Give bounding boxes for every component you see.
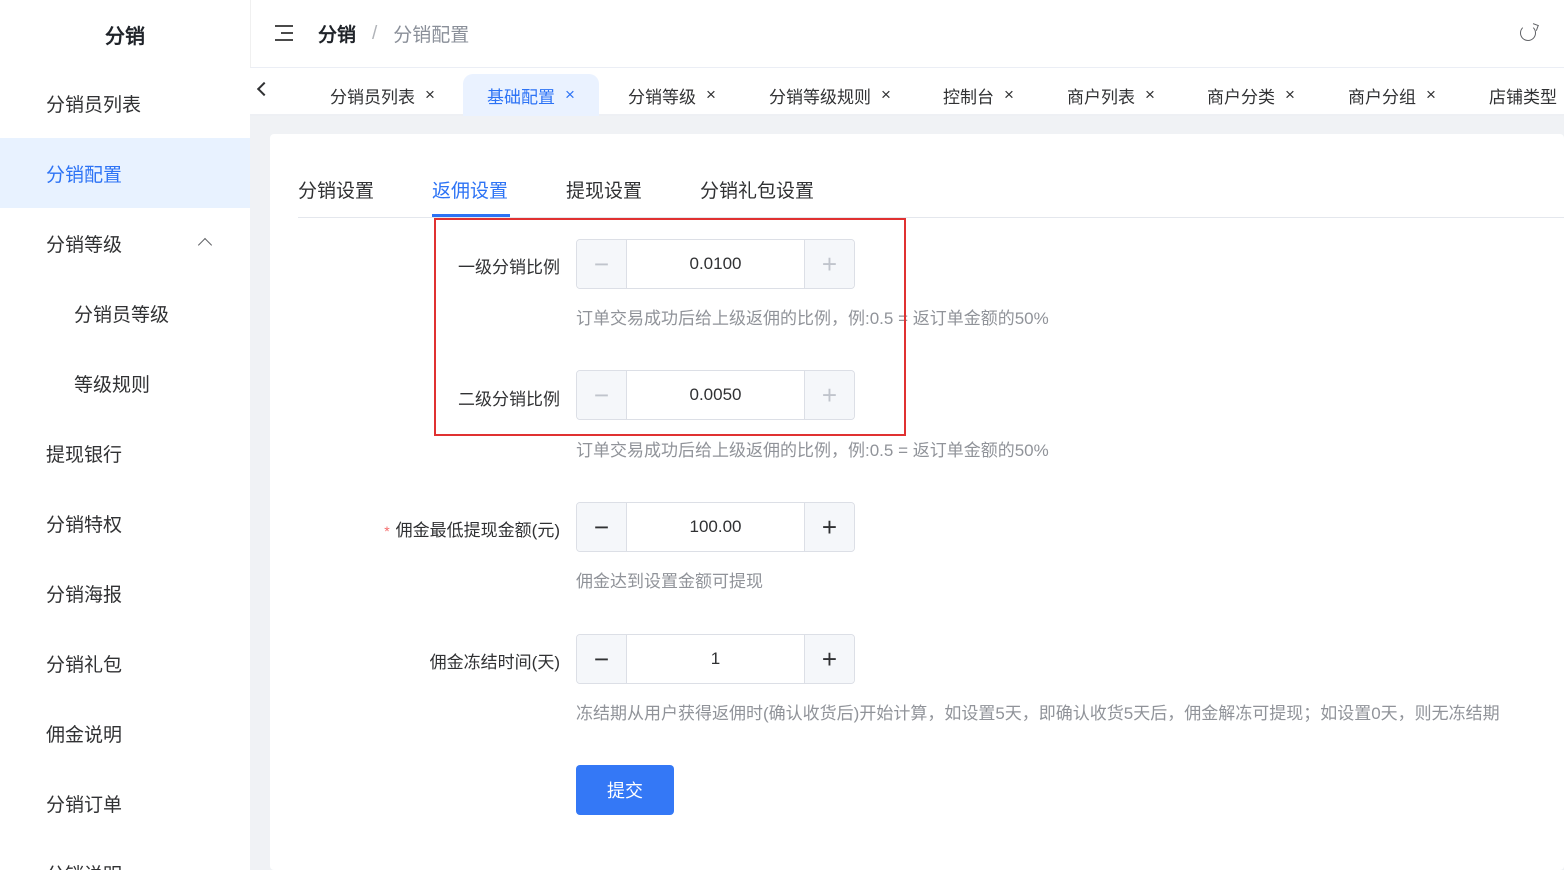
chevron-left-icon[interactable] [256, 81, 272, 97]
sidebar-item-gift-pack[interactable]: 分销礼包 [0, 628, 250, 698]
chevron-up-icon [197, 237, 213, 253]
top-bar: 分销 / 分销配置 [250, 0, 1564, 68]
increment-button[interactable]: + [804, 503, 854, 551]
sidebar-item-label: 分销说明 [46, 860, 122, 870]
sidebar-item-label: 分销员列表 [46, 94, 142, 116]
config-card [270, 134, 1564, 870]
tab-label: 分销等级 [628, 87, 696, 107]
level1-ratio-label: 一级分销比例 [458, 258, 560, 277]
decrement-button[interactable]: − [577, 503, 627, 551]
menu-fold-icon[interactable] [275, 24, 295, 42]
close-icon[interactable]: × [1285, 85, 1295, 105]
tab-basic-config[interactable]: 基础配置 × [463, 74, 599, 116]
tab-distributor-list[interactable]: 分销员列表 × [330, 74, 435, 116]
min-withdraw-hint: 佣金达到设置金额可提现 [576, 572, 763, 591]
close-icon[interactable]: × [425, 85, 435, 105]
active-tab-indicator [432, 214, 510, 217]
sidebar-item-withdraw-bank[interactable]: 提现银行 [0, 418, 250, 488]
required-mark: * [384, 523, 390, 539]
close-icon[interactable]: × [1426, 85, 1436, 105]
freeze-days-hint: 冻结期从用户获得返佣时(确认收货后)开始计算，如设置5天，即确认收货5天后，佣金… [576, 704, 1500, 723]
form-tab-commission-settings[interactable]: 返佣设置 [432, 176, 508, 218]
tab-label: 分销员列表 [330, 87, 415, 107]
refresh-icon[interactable] [1520, 25, 1536, 41]
sidebar-title: 分销 [105, 25, 145, 48]
breadcrumb-separator: / [372, 22, 378, 44]
form-tab-withdraw-settings[interactable]: 提现设置 [566, 176, 642, 218]
sidebar-item-privilege[interactable]: 分销特权 [0, 488, 250, 558]
sidebar-item-label: 提现银行 [46, 444, 123, 466]
close-icon[interactable]: × [881, 85, 891, 105]
level2-ratio-input[interactable]: 0.0050 [627, 371, 804, 419]
freeze-days-label: 佣金冻结时间(天) [429, 653, 560, 672]
level2-ratio-stepper: − 0.0050 + [576, 370, 855, 420]
close-icon[interactable]: × [565, 85, 575, 105]
sidebar-item-distribution-desc[interactable]: 分销说明 [0, 838, 250, 870]
sidebar-item-label: 分销员等级 [74, 304, 170, 326]
sidebar-item-label: 分销订单 [46, 794, 123, 816]
tab-label: 控制台 [943, 87, 994, 107]
level2-ratio-hint: 订单交易成功后给上级返佣的比例，例:0.5 = 返订单金额的50% [576, 441, 1049, 460]
sidebar-item-distribution-orders[interactable]: 分销订单 [0, 768, 250, 838]
sidebar-item-distributor-list[interactable]: 分销员列表 [0, 68, 250, 138]
increment-button[interactable]: + [804, 371, 854, 419]
increment-button[interactable]: + [804, 240, 854, 288]
tabs-bar: 分销员列表 × 基础配置 × 分销等级 × 分销等级规则 × 控制台 × 商户列表 × 商户… [250, 68, 1564, 116]
tab-merchant-list[interactable]: 商户列表 × [1067, 74, 1155, 116]
level1-ratio-hint: 订单交易成功后给上级返佣的比例，例:0.5 = 返订单金额的50% [576, 309, 1049, 328]
breadcrumb-current[interactable]: 分销 [318, 20, 356, 47]
form-tab-gift-pack-settings[interactable]: 分销礼包设置 [700, 176, 814, 218]
sidebar-item-distributor-level[interactable]: 分销员等级 [0, 278, 250, 348]
tab-label: 店铺类型 [1489, 87, 1557, 107]
min-withdraw-label-text: 佣金最低提现金额(元) [395, 521, 560, 540]
app-root: 分销 分销员列表 分销配置 分销等级 分销员等级 等级规则 提现银行 分销特权 … [0, 0, 1564, 870]
tab-label: 商户分组 [1348, 87, 1416, 107]
min-withdraw-stepper: − 100.00 + [576, 502, 855, 552]
decrement-button[interactable]: − [577, 371, 627, 419]
tab-level-rules[interactable]: 分销等级规则 × [769, 74, 891, 116]
decrement-button[interactable]: − [577, 240, 627, 288]
sidebar-item-distribution-level[interactable]: 分销等级 [0, 208, 250, 278]
sidebar-item-label: 分销配置 [46, 164, 123, 186]
tab-label: 基础配置 [487, 87, 555, 107]
tab-shop-type[interactable]: 店铺类型 [1489, 74, 1557, 116]
sidebar-item-distribution-config[interactable]: 分销配置 [0, 138, 250, 208]
sidebar-item-label: 佣金说明 [46, 724, 123, 746]
close-icon[interactable]: × [1004, 85, 1014, 105]
sidebar-item-label: 分销等级 [46, 234, 123, 256]
increment-button[interactable]: + [804, 635, 854, 683]
form-tab-distribution-settings[interactable]: 分销设置 [298, 176, 374, 218]
close-icon[interactable]: × [706, 85, 716, 105]
tab-label: 商户分类 [1207, 87, 1275, 107]
level1-ratio-input[interactable]: 0.0100 [627, 240, 804, 288]
sidebar-item-level-rules[interactable]: 等级规则 [0, 348, 250, 418]
sidebar-item-commission-desc[interactable]: 佣金说明 [0, 698, 250, 768]
submit-button[interactable]: 提交 [576, 765, 674, 815]
sidebar: 分销 分销员列表 分销配置 分销等级 分销员等级 等级规则 提现银行 分销特权 … [0, 0, 250, 870]
sidebar-item-poster[interactable]: 分销海报 [0, 558, 250, 628]
min-withdraw-label: * 佣金最低提现金额(元) [384, 516, 560, 541]
min-withdraw-input[interactable]: 100.00 [627, 503, 804, 551]
form-tabs: 分销设置 返佣设置 提现设置 分销礼包设置 [298, 176, 1564, 218]
tab-merchant-category[interactable]: 商户分类 × [1207, 74, 1295, 116]
freeze-days-stepper: − 1 + [576, 634, 855, 684]
sidebar-item-label: 等级规则 [74, 374, 151, 396]
level2-ratio-label: 二级分销比例 [458, 390, 560, 409]
tab-merchant-group[interactable]: 商户分组 × [1348, 74, 1436, 116]
breadcrumb: 分销 / 分销配置 [318, 20, 469, 47]
tab-distribution-level[interactable]: 分销等级 × [628, 74, 716, 116]
close-icon[interactable]: × [1145, 85, 1155, 105]
tab-label: 商户列表 [1067, 87, 1135, 107]
level1-ratio-stepper: − 0.0100 + [576, 239, 855, 289]
tab-console[interactable]: 控制台 × [943, 74, 1014, 116]
breadcrumb-page: 分销配置 [393, 25, 470, 46]
sidebar-item-label: 分销特权 [46, 514, 123, 536]
freeze-days-input[interactable]: 1 [627, 635, 804, 683]
sidebar-item-label: 分销海报 [46, 584, 123, 606]
sidebar-item-label: 分销礼包 [46, 654, 123, 676]
decrement-button[interactable]: − [577, 635, 627, 683]
tab-label: 分销等级规则 [769, 87, 871, 107]
